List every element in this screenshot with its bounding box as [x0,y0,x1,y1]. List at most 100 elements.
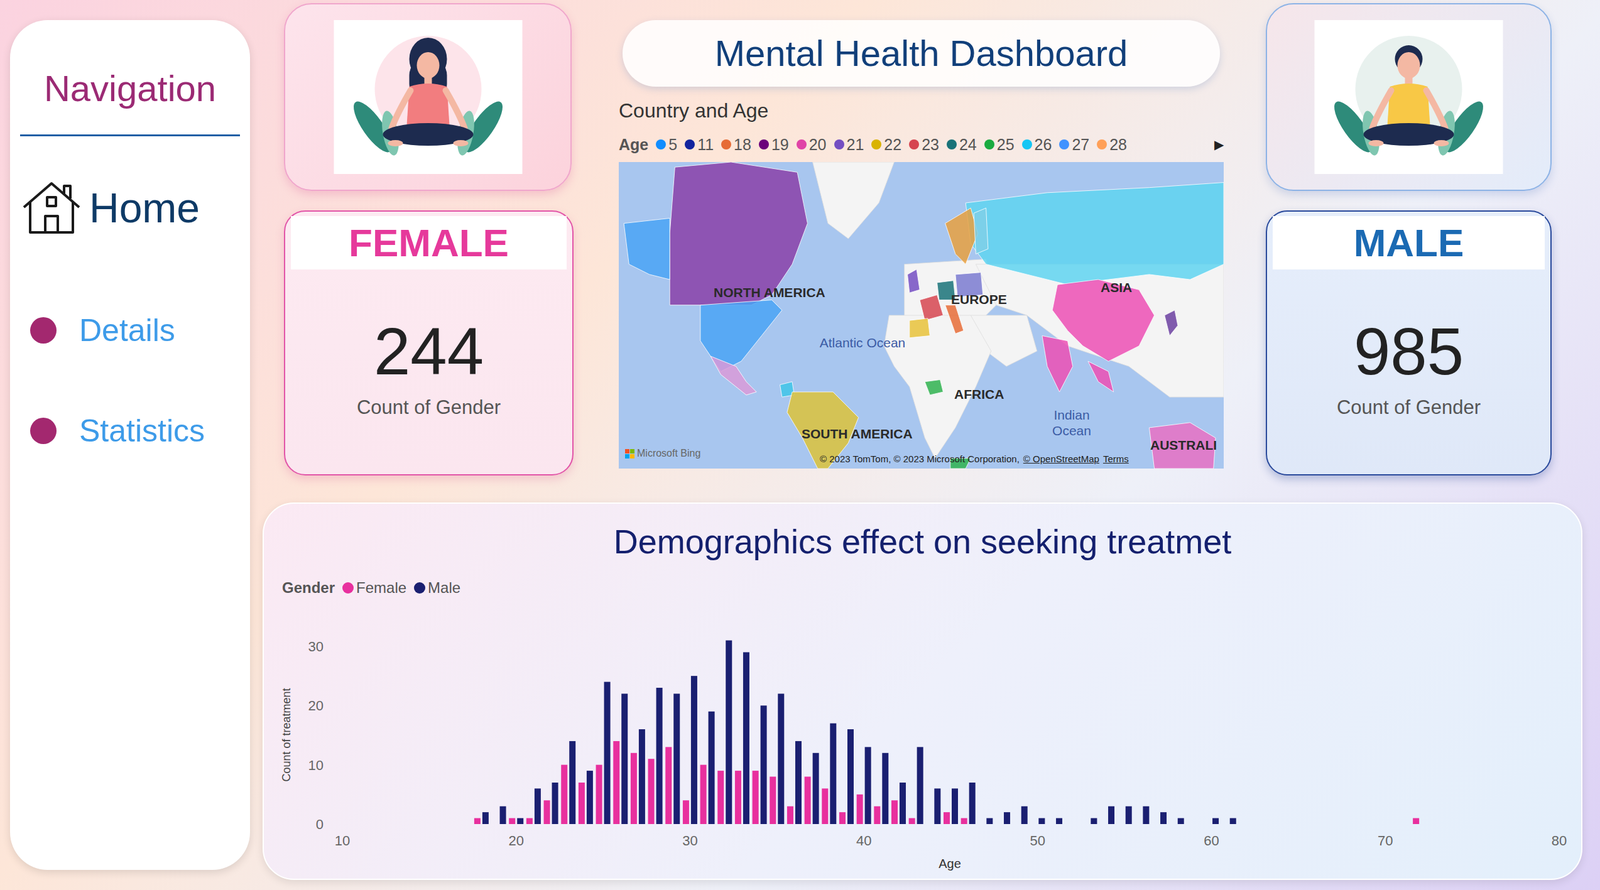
bar[interactable] [725,640,732,825]
mexico[interactable] [710,356,757,396]
bar[interactable] [1055,818,1063,825]
bar[interactable] [569,741,576,825]
nigeria[interactable] [924,379,943,395]
bar[interactable] [795,741,802,825]
bar[interactable] [586,770,594,825]
bar[interactable] [552,782,559,825]
bar[interactable] [691,675,698,825]
bar[interactable] [621,693,628,825]
uk[interactable] [907,269,920,293]
usa[interactable] [700,300,783,372]
bar[interactable] [673,693,680,825]
map[interactable]: NORTH AMERICAEUROPEASIAAtlantic OceanAFR… [618,162,1224,469]
navigation-panel: NavigationHomeDetailsStatistics [10,20,251,871]
bar[interactable] [604,682,611,825]
bar[interactable] [839,812,846,825]
bar[interactable] [1212,818,1219,825]
bar[interactable] [934,788,941,825]
bar[interactable] [986,818,993,825]
nav-item[interactable]: Details [20,311,240,350]
attribution-link[interactable]: © OpenStreetMap [1023,453,1100,465]
nav-item[interactable]: Statistics [20,412,240,450]
bar[interactable] [769,777,776,825]
bar[interactable] [613,741,620,825]
map-label: Atlantic Ocean [818,334,907,351]
bar[interactable] [648,758,655,825]
bar[interactable] [630,753,637,825]
bar[interactable] [891,800,898,825]
bar[interactable] [943,812,950,825]
russia[interactable] [965,182,1224,286]
bar[interactable] [969,782,976,825]
bar[interactable] [544,800,551,825]
man-meditating-icon [1314,20,1504,175]
bar[interactable] [856,794,864,825]
bar[interactable] [787,806,794,825]
bar[interactable] [656,687,663,825]
india[interactable] [1042,336,1073,392]
bar[interactable] [1229,818,1237,825]
bar[interactable] [1160,812,1167,825]
bar[interactable] [665,746,672,825]
bar[interactable] [1021,806,1028,825]
bar[interactable] [821,788,828,825]
bar[interactable] [777,693,784,825]
bar[interactable] [1412,818,1420,825]
bar[interactable] [760,705,768,825]
bar[interactable] [899,782,906,825]
nav-item[interactable]: Home [20,176,240,240]
southeast-asia[interactable] [1088,361,1114,392]
bar[interactable] [961,818,968,825]
bar[interactable] [1142,806,1149,825]
finland[interactable] [973,207,989,254]
bar[interactable] [500,806,507,825]
bar[interactable] [717,770,724,825]
bar[interactable] [638,729,646,825]
spain[interactable] [909,318,930,338]
legend-item: 27 [1059,135,1090,154]
map-label: EUROPE [951,291,1007,308]
bar[interactable] [873,806,881,825]
bar[interactable] [578,782,585,825]
bar[interactable] [1125,806,1132,825]
bar[interactable] [752,770,759,825]
bar[interactable] [1038,818,1045,825]
bar[interactable] [743,652,750,825]
bar[interactable] [1108,806,1115,825]
bar[interactable] [812,753,820,825]
bar[interactable] [1177,818,1185,825]
legend-next-button[interactable]: ▶ [1214,135,1224,154]
bar[interactable] [534,788,541,825]
italy[interactable] [945,305,964,335]
bar[interactable] [474,818,481,825]
japan[interactable] [1164,310,1178,337]
legend-dot-icon [342,582,354,594]
bar[interactable] [1003,812,1011,825]
x-axis-title: Age [938,856,962,871]
bar[interactable] [881,753,889,825]
bar[interactable] [829,723,837,825]
canada[interactable] [669,162,808,306]
bar[interactable] [734,770,742,825]
alaska[interactable] [623,217,670,280]
bar[interactable] [804,777,811,825]
bar[interactable] [560,765,568,825]
bar[interactable] [708,711,715,825]
bar[interactable] [482,812,489,825]
bar[interactable] [1090,818,1097,825]
bar[interactable] [847,729,854,825]
scandinavia[interactable] [945,207,979,264]
bar[interactable] [917,746,924,825]
bar[interactable] [700,765,707,825]
attribution-link[interactable]: Terms [1103,453,1129,465]
bar[interactable] [508,818,516,825]
bar[interactable] [682,800,690,825]
bar[interactable] [865,746,872,825]
bar[interactable] [517,818,524,825]
bar[interactable] [908,818,916,825]
bar[interactable] [526,818,533,825]
bar[interactable] [951,788,958,825]
bar[interactable] [596,765,603,825]
legend-dot-icon [758,139,769,150]
card-caption: Count of Gender [1336,395,1481,420]
